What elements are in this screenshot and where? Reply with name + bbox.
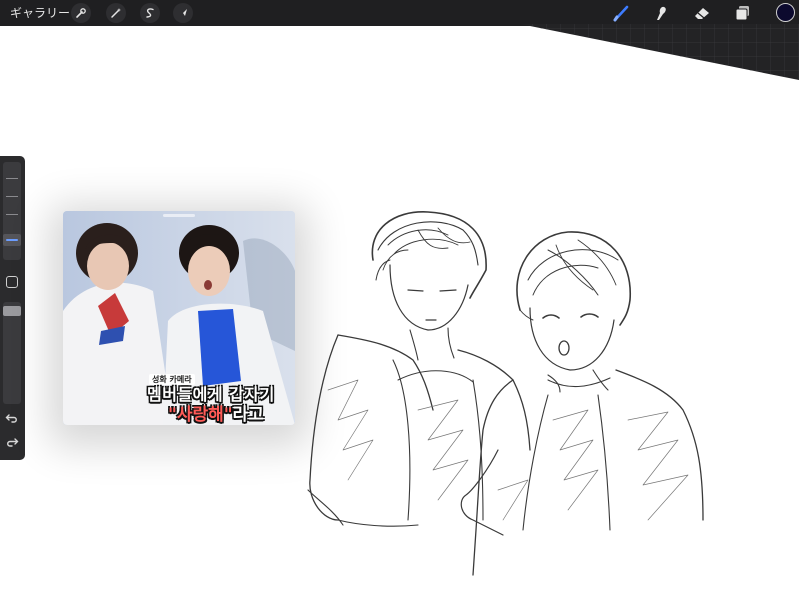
caption-rest: 라고: [232, 405, 264, 425]
opacity-slider[interactable]: [3, 302, 21, 404]
caption-line-2: "사랑해"라고: [168, 405, 264, 425]
reference-window[interactable]: 성화 카메라 멤버들에게 갑자기 "사랑해"라고: [63, 211, 295, 425]
slider-tick: [6, 178, 18, 179]
undo-icon: [5, 414, 17, 423]
sketch-jacket-right: [460, 369, 704, 576]
sketch-hair-right: [516, 231, 631, 326]
slider-tick: [6, 196, 18, 197]
sketch-hair-left: [371, 211, 487, 299]
caption-highlight: "사랑해": [168, 405, 233, 425]
opacity-knob[interactable]: [3, 306, 21, 316]
undo-button[interactable]: [5, 412, 19, 424]
caption-tag: 성화 카메라: [149, 374, 195, 385]
brush-size-knob[interactable]: [3, 234, 21, 246]
canvas-edge-wedge: [520, 24, 799, 80]
modify-button[interactable]: [6, 276, 18, 288]
slider-tick: [6, 214, 18, 215]
redo-icon: [7, 438, 19, 447]
canvas-sketch[interactable]: [298, 190, 718, 580]
sketch-shirt-left: [307, 334, 531, 527]
caption-line-1: 멤버들에게 갑자기: [147, 385, 275, 404]
sketch-face-right: [529, 307, 615, 393]
left-sidebar: [0, 156, 25, 460]
sketch-face-left: [389, 264, 469, 361]
reference-grab-handle[interactable]: [163, 214, 195, 217]
redo-button[interactable]: [5, 436, 19, 448]
